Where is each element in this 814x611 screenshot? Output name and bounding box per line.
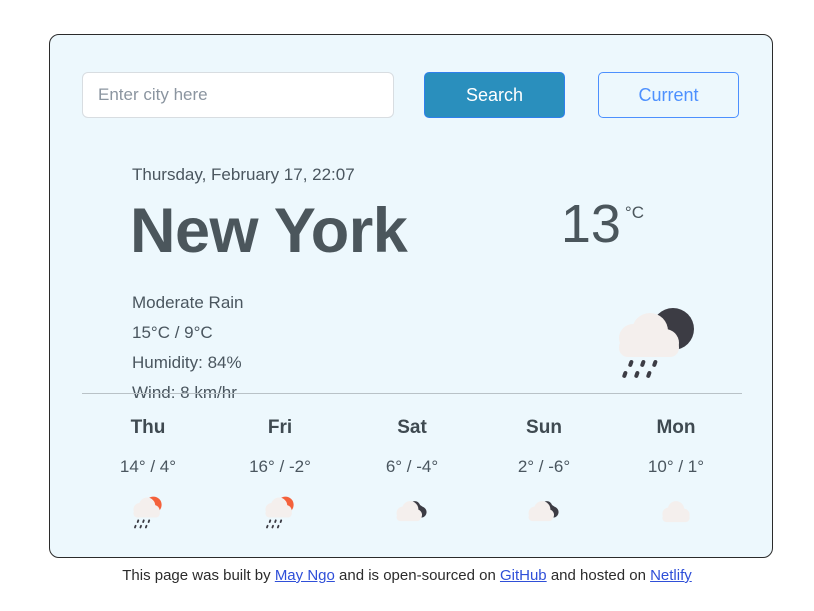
forecast-divider <box>82 393 742 394</box>
forecast-row: Thu 14° / 4° Fri 16° / -2° Sat 6° / -4° … <box>82 417 742 535</box>
footer-link-author[interactable]: May Ngo <box>275 567 335 584</box>
forecast-day-temps: 6° / -4° <box>385 457 439 476</box>
forecast-day-temps: 10° / 1° <box>647 457 705 476</box>
sun-cloud-rain-icon <box>214 491 346 535</box>
footer-text-1: This page was built by <box>122 567 275 584</box>
footer-text-3: and hosted on <box>546 567 651 584</box>
city-name: New York <box>130 196 408 266</box>
page-footer: This page was built by May Ngo and is op… <box>0 567 814 584</box>
temperature-value: 13 <box>560 194 621 254</box>
forecast-day-name: Sun <box>526 417 562 438</box>
current-date: Thursday, February 17, 22:07 <box>132 165 355 184</box>
forecast-day-name: Fri <box>267 417 293 438</box>
forecast-day-name: Mon <box>656 417 696 438</box>
temperature-unit: °C <box>624 203 644 222</box>
cloud-dark-cloud-icon <box>478 491 610 535</box>
forecast-day-temps: 14° / 4° <box>119 457 177 476</box>
forecast-day: Fri 16° / -2° <box>214 417 346 535</box>
search-row: Search Current <box>82 72 739 118</box>
cloud-dark-cloud-icon <box>346 491 478 535</box>
search-input[interactable] <box>82 72 394 118</box>
forecast-day: Sat 6° / -4° <box>346 417 478 535</box>
forecast-day-name: Sat <box>397 417 427 438</box>
footer-link-netlify[interactable]: Netlify <box>650 567 692 584</box>
forecast-day: Mon 10° / 1° <box>610 417 742 535</box>
high-low-text: 15°C / 9°C <box>132 323 213 342</box>
forecast-day-temps: 2° / -6° <box>517 457 571 476</box>
footer-text-2: and is open-sourced on <box>334 567 500 584</box>
search-button[interactable]: Search <box>424 72 565 118</box>
cloud-moon-rain-icon <box>605 303 705 383</box>
humidity-text: Humidity: 84% <box>132 353 242 372</box>
current-temperature: 13 °C <box>561 197 644 251</box>
forecast-day: Sun 2° / -6° <box>478 417 610 535</box>
weather-card: Search Current Thursday, February 17, 22… <box>49 34 773 558</box>
footer-link-github[interactable]: GitHub <box>500 567 547 584</box>
forecast-day: Thu 14° / 4° <box>82 417 214 535</box>
sun-cloud-rain-icon <box>82 491 214 535</box>
current-details: Moderate Rain 15°C / 9°C Humidity: 84% W… <box>132 288 244 408</box>
forecast-day-name: Thu <box>130 417 166 438</box>
condition-text: Moderate Rain <box>132 293 244 312</box>
weather-app-page: Search Current Thursday, February 17, 22… <box>0 0 814 611</box>
current-location-button[interactable]: Current <box>598 72 739 118</box>
forecast-day-temps: 16° / -2° <box>249 457 311 476</box>
cloud-icon <box>610 491 742 535</box>
